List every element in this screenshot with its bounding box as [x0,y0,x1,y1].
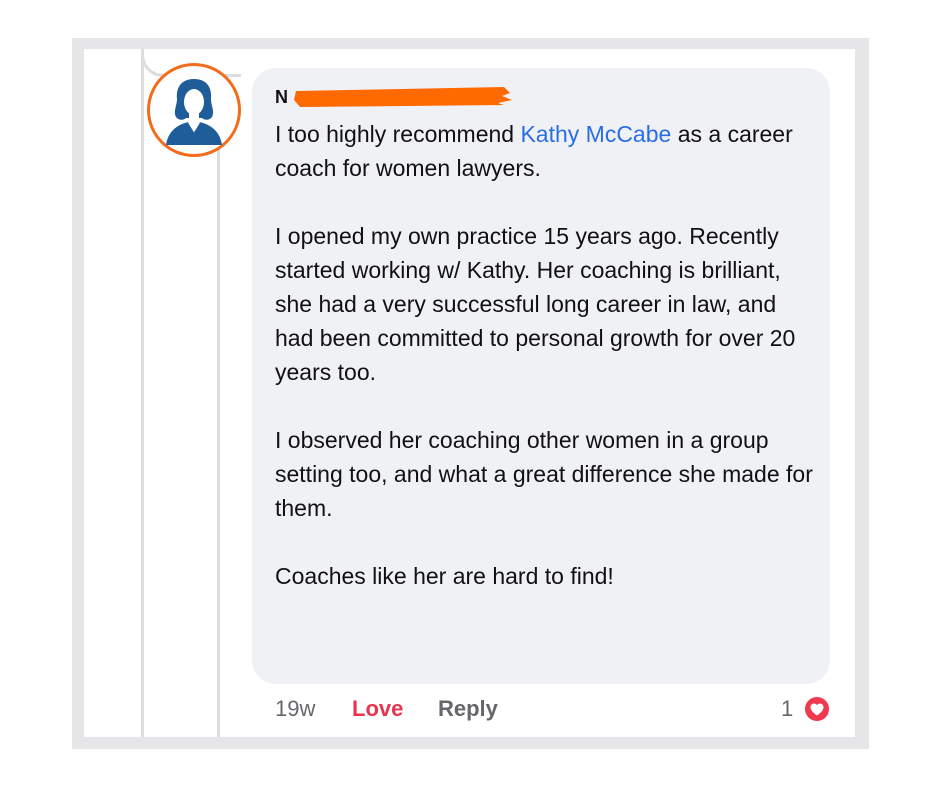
love-button[interactable]: Love [352,696,403,722]
comment-paragraph: I opened my own practice 15 years ago. R… [275,223,796,385]
avatar[interactable] [147,63,241,157]
comment-paragraph: Coaches like her are hard to find! [275,563,614,589]
comment-paragraph: I too highly recommend Kathy McCabe as a… [275,121,793,181]
reply-thread-line [217,70,220,737]
user-silhouette-icon [166,79,222,145]
reply-button[interactable]: Reply [438,696,498,722]
heart-icon[interactable] [803,695,831,723]
reaction-count[interactable]: 1 [781,696,793,722]
comment-text: I too highly recommend Kathy McCabe as a… [275,117,820,593]
comment-timestamp[interactable]: 19w [275,696,315,722]
author-name[interactable]: N [275,87,288,108]
comment-paragraph: I observed her coaching other women in a… [275,427,813,521]
mention-link[interactable]: Kathy McCabe [520,121,671,147]
name-redaction [294,87,512,107]
thread-line [141,49,144,737]
